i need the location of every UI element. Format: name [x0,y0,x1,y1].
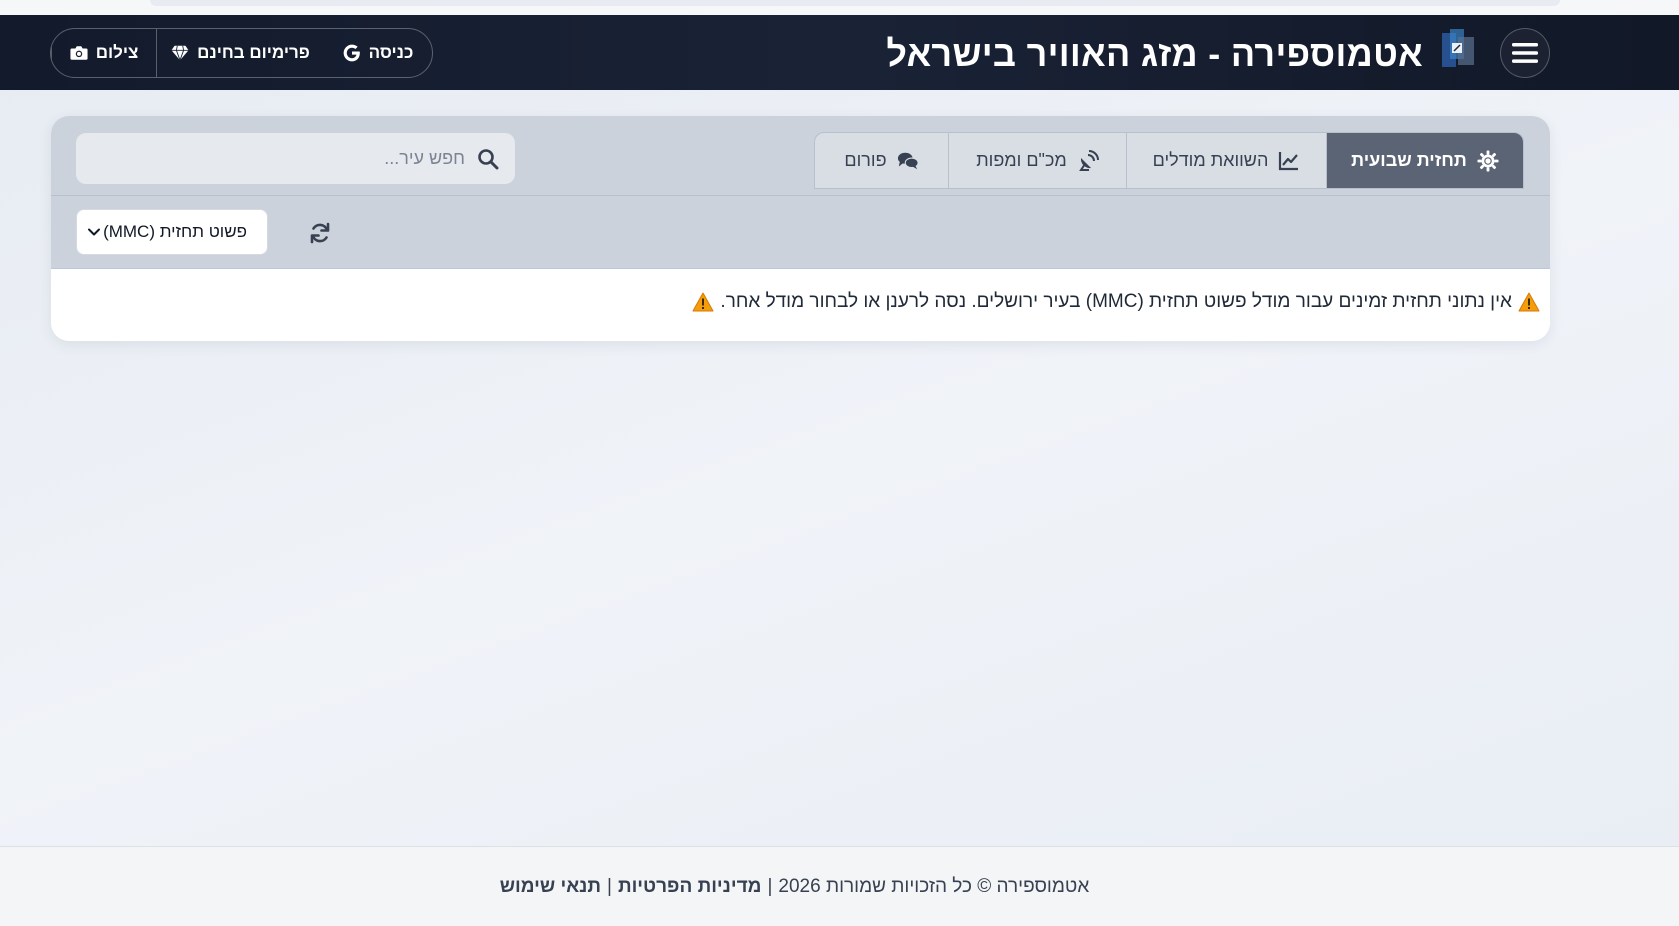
footer-separator: | [607,875,612,897]
site-title: אטמוספירה - מזג האוויר בישראל [886,33,1423,74]
tab-forum[interactable]: פורום [815,133,948,188]
tab-weekly-forecast-label: תחזית שבועית [1351,150,1467,170]
terms-link[interactable]: תנאי שימוש [500,876,601,898]
search-input[interactable] [105,148,465,169]
satellite-dish-icon [1078,149,1099,171]
google-icon [343,44,360,62]
hamburger-icon [1512,43,1538,63]
diamond-icon [171,45,189,62]
login-label: כניסה [368,43,414,62]
header-button-group: צילום פרימיום בחינם כניסה [50,28,433,78]
site-logo[interactable] [1440,29,1476,69]
tab-radar-maps-label: מכ"ם ומפות [976,150,1067,170]
model-select-value: פשוט תחזית (MMC) [103,222,247,241]
panel-toolbar: תחזית שבועית השוואת מודלים מכ"ם ומפות פו… [51,116,1550,269]
premium-label: פרימיום בחינם [197,43,310,62]
privacy-link[interactable]: מדיניות הפרטיות [618,876,762,898]
city-search [76,133,515,184]
chevron-down-icon [88,228,100,236]
camera-label: צילום [95,43,139,62]
site-header: אטמוספירה - מזג האוויר בישראל צילום פרימ… [0,15,1679,90]
warning-icon [1518,292,1540,312]
no-data-text: אין נתוני תחזית זמינים עבור מודל פשוט תח… [720,291,1512,312]
model-select[interactable]: פשוט תחזית (MMC) [76,209,268,255]
tab-weekly-forecast[interactable]: תחזית שבועית [1326,133,1523,188]
tab-model-comparison-label: השוואת מודלים [1152,150,1269,170]
footer-text: אטמוספירה © כל הזכויות שמורות 2026 | מדי… [500,876,1090,898]
browser-pill [150,0,1560,6]
site-footer: אטמוספירה © כל הזכויות שמורות 2026 | מדי… [0,846,1679,926]
forecast-panel: תחזית שבועית השוואת מודלים מכ"ם ומפות פו… [51,116,1550,341]
menu-button[interactable] [1500,28,1550,78]
refresh-button[interactable] [306,219,334,247]
top-strip [0,0,1679,15]
camera-button[interactable]: צילום [51,29,156,77]
no-data-message: אין נתוני תחזית זמינים עבור מודל פשוט תח… [51,291,1550,313]
footer-copyright: אטמוספירה © כל הזכויות שמורות 2026 [778,875,1090,897]
comments-icon [897,152,919,169]
search-icon[interactable] [477,148,499,170]
gear-sun-icon [1477,150,1499,171]
footer-separator: | [767,875,773,897]
tab-radar-maps[interactable]: מכ"ם ומפות [948,133,1126,188]
premium-button[interactable]: פרימיום בחינם [156,29,324,77]
camera-icon [70,46,88,60]
tab-forum-label: פורום [844,150,887,170]
tab-bar: תחזית שבועית השוואת מודלים מכ"ם ומפות פו… [814,132,1524,189]
refresh-icon [310,222,330,244]
tabs-divider [51,195,1550,196]
warning-icon [692,292,714,312]
login-button[interactable]: כניסה [324,29,432,77]
panel-divider [51,268,1550,269]
line-chart-icon [1279,151,1299,170]
tab-model-comparison[interactable]: השוואת מודלים [1126,133,1326,188]
